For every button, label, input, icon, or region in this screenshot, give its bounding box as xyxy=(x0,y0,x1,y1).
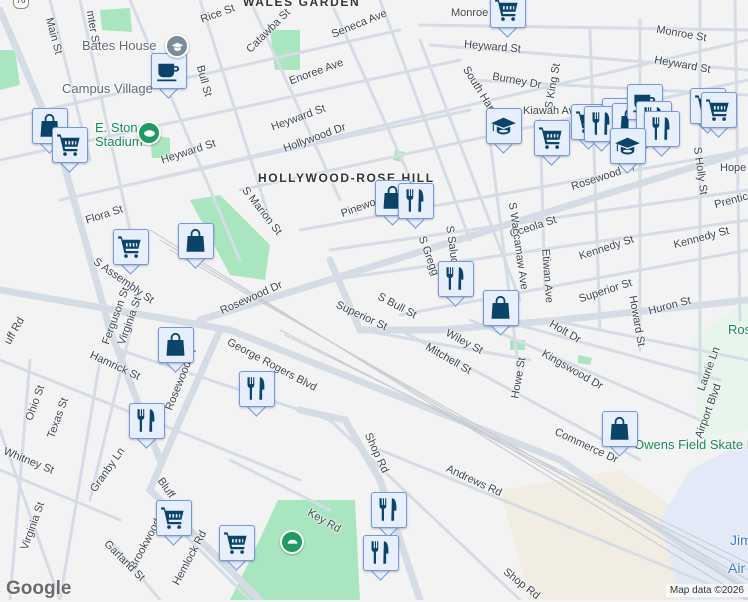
shopping-cart-icon xyxy=(160,504,187,531)
poi-label-rosewood-park[interactable]: Ros xyxy=(728,322,748,337)
google-logo[interactable]: Google xyxy=(6,578,71,600)
map-marker-shopping-cart[interactable] xyxy=(113,229,149,275)
shopping-bag-icon xyxy=(162,331,189,358)
restaurant-icon xyxy=(648,115,675,142)
poi-label-stadium-line2[interactable]: Stadium xyxy=(95,134,143,149)
graduation-cap-icon xyxy=(490,112,517,139)
map-marker-restaurant[interactable] xyxy=(644,111,680,157)
restaurant-icon xyxy=(243,375,270,402)
poi-label-airport-line2[interactable]: Air xyxy=(728,560,745,576)
map-marker-shopping-cart[interactable] xyxy=(534,120,570,166)
map-marker-shopping-bag[interactable] xyxy=(483,290,519,336)
shopping-bag-icon xyxy=(606,415,633,442)
poi-label-bates-house[interactable]: Bates House xyxy=(82,38,156,53)
shopping-bag-icon xyxy=(182,227,209,254)
map-marker-restaurant[interactable] xyxy=(363,535,399,581)
restaurant-icon xyxy=(375,496,402,523)
route-76-shield: 76 xyxy=(13,0,29,9)
map-marker-restaurant[interactable] xyxy=(398,183,434,229)
map-marker-coffee[interactable] xyxy=(151,53,187,99)
shopping-cart-icon xyxy=(538,124,565,151)
map-marker-shopping-cart[interactable] xyxy=(219,525,255,571)
map-marker-graduation-cap[interactable] xyxy=(610,128,646,174)
poi-label-campus-village[interactable]: Campus Village xyxy=(62,81,153,96)
shopping-cart-icon xyxy=(223,529,250,556)
restaurant-icon xyxy=(442,265,469,292)
map-marker-restaurant[interactable] xyxy=(438,261,474,307)
map-marker-shopping-cart[interactable] xyxy=(490,0,526,38)
street-label: WALES GARDEN xyxy=(243,0,361,9)
map-marker-shopping-cart[interactable] xyxy=(701,92,737,138)
street-label: Monroe xyxy=(451,7,489,19)
restaurant-icon xyxy=(133,407,160,434)
graduation-cap-icon[interactable] xyxy=(165,34,189,58)
shopping-cart-icon xyxy=(494,0,521,23)
map-marker-shopping-cart[interactable] xyxy=(52,127,88,173)
poi-label-airport-line1[interactable]: Jim xyxy=(730,532,748,548)
shopping-cart-icon xyxy=(56,131,83,158)
map-marker-graduation-cap[interactable] xyxy=(486,108,522,154)
map-attribution[interactable]: Map data ©2026 xyxy=(665,584,748,597)
graduation-cap-icon xyxy=(614,132,641,159)
map-marker-shopping-bag[interactable] xyxy=(178,223,214,269)
restaurant-icon xyxy=(402,187,429,214)
map-marker-shopping-bag[interactable] xyxy=(158,327,194,373)
poi-label-skate-park[interactable]: Owens Field Skate Park xyxy=(634,437,748,452)
map-marker-restaurant[interactable] xyxy=(239,371,275,417)
shopping-bag-icon xyxy=(487,294,514,321)
coffee-icon xyxy=(155,57,182,84)
shopping-cart-icon xyxy=(705,96,732,123)
map-marker-restaurant[interactable] xyxy=(371,492,407,538)
map-marker-restaurant[interactable] xyxy=(129,403,165,449)
map-marker-shopping-cart[interactable] xyxy=(156,500,192,546)
shopping-cart-icon xyxy=(117,233,144,260)
street-label: Hope xyxy=(720,162,747,174)
restaurant-icon xyxy=(367,539,394,566)
zoo-icon[interactable] xyxy=(280,530,304,554)
map-marker-shopping-bag[interactable] xyxy=(602,411,638,457)
stadium-icon[interactable] xyxy=(137,121,161,145)
